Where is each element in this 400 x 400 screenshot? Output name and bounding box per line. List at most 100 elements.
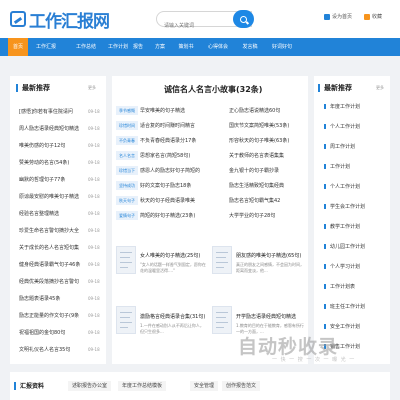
list-item[interactable]: 工作计划表 — [330, 283, 386, 290]
search-button[interactable] — [233, 10, 254, 28]
list-item[interactable]: 年度工作计划 — [330, 103, 386, 110]
article-link[interactable]: 大学学业的句子28句 — [229, 212, 305, 219]
set-homepage-link[interactable]: 设为首页 — [324, 13, 352, 20]
article-link[interactable]: 早安唯美的句子精选 — [140, 107, 208, 114]
logo-text: 工作汇报网 — [29, 11, 110, 32]
article-link[interactable]: 正心励志语说精选60句 — [229, 107, 305, 114]
topic-tag[interactable]: 秋天句子 — [116, 196, 138, 205]
article-link[interactable]: 关于教师的名言表语集集 — [229, 152, 305, 159]
article-link[interactable]: 适合复的时间赚时间精言 — [140, 122, 208, 129]
right-recommend-panel: 最新推荐 更多 年度工作计划 个人工作计划 周工作计划 工作计划 个人工作计划 … — [314, 76, 390, 364]
list-item[interactable]: 经典优美段落摘抄名言警句 — [19, 278, 87, 285]
list-item-date: 09-18 — [88, 330, 100, 335]
center-headline[interactable]: 诚信名人名言小故事(32条) — [164, 84, 262, 95]
list-item[interactable]: 原谅最安慰的唯美句子精选 — [19, 193, 87, 200]
left-recommend-panel: 最新推荐 更多 [感悟]你若有事住院请问 09-18 周人励志语录经典短句精选 … — [10, 76, 106, 364]
topic-tag[interactable]: 名人名言 — [116, 151, 138, 160]
list-item[interactable]: 经验名言整理精选 — [19, 210, 87, 217]
list-item[interactable]: 赞美劳动的名言(54条) — [19, 159, 87, 166]
list-item[interactable]: 销售工作计划 — [330, 343, 386, 350]
nav-item-work-summary[interactable]: 工作总结 — [72, 38, 100, 56]
list-item-date: 09-18 — [88, 279, 100, 284]
nav-item-experience[interactable]: 心得体会 — [204, 38, 232, 56]
list-item[interactable]: 励志题表语录45条 — [19, 295, 87, 302]
nav-item-speech[interactable]: 发言稿 — [238, 38, 262, 56]
article-thumbnail[interactable] — [116, 246, 136, 274]
right-more-link[interactable]: 更多 — [376, 85, 384, 91]
topic-tag[interactable]: 爱情句子 — [116, 211, 138, 220]
list-item[interactable]: 工作计划 — [330, 163, 386, 170]
article-link[interactable]: 励志名言短句霸气集42 — [229, 197, 305, 204]
list-item[interactable]: 学生会工作计划 — [330, 203, 386, 210]
topic-tag[interactable]: 季节感慨 — [116, 106, 138, 115]
card-description: "女人的话题一样香气到固定，愿你在花的温暖里活得...." — [140, 262, 206, 273]
topic-tag[interactable]: 不负青春 — [116, 136, 138, 145]
footer-title: 汇报资料 — [20, 383, 45, 390]
list-item[interactable]: 唯美伤感的句子12句 — [19, 142, 87, 149]
list-item[interactable]: [感悟]你若有事住院请问 — [19, 108, 87, 115]
footer-tab[interactable]: 述职报告办公室 — [68, 381, 112, 391]
article-thumbnail[interactable] — [212, 246, 232, 274]
article-link[interactable]: 励志生活精致短句集经典 — [229, 182, 305, 189]
list-item-date: 09-18 — [88, 228, 100, 233]
nav-item-work-plan[interactable]: 工作计划 — [104, 38, 132, 56]
list-item-date: 09-18 — [88, 262, 100, 267]
main-nav: 首页 工作汇报 工作总结 工作计划 报告 方案 策划书 心得体会 发言稿 好词好… — [0, 38, 400, 56]
card-title[interactable]: 女人唯美的句子精选(25句) — [140, 252, 200, 259]
list-item[interactable]: 个人学习计划 — [330, 263, 386, 270]
list-item-date: 09-18 — [88, 245, 100, 250]
topic-tag[interactable]: 珍惜时间 — [116, 121, 138, 130]
list-item[interactable]: 幽默的哲理句子77条 — [19, 176, 87, 183]
article-link[interactable]: 简短的好句子精选(23条) — [140, 212, 208, 219]
list-item[interactable]: 周人励志语录经典短句精选 — [19, 125, 87, 132]
footer-tab[interactable]: 创作报告范文 — [222, 381, 261, 391]
nav-item-work-report[interactable]: 工作汇报 — [32, 38, 60, 56]
list-item-date: 09-18 — [88, 126, 100, 131]
nav-item-report[interactable]: 报告 — [130, 38, 146, 56]
article-link[interactable]: 国庆节文案简短唯美(53条) — [229, 122, 305, 129]
topic-tag[interactable]: 坚持成功 — [116, 181, 138, 190]
list-item[interactable]: 健身经典语录霸气句子46条 — [19, 261, 87, 268]
article-link[interactable]: 思想家名言(简短58句) — [140, 152, 208, 159]
favorite-label: 收藏 — [372, 14, 383, 20]
card-title[interactable]: 朋友感的唯美句子精选(65句) — [236, 252, 301, 259]
list-item[interactable]: 安全工作计划 — [330, 323, 386, 330]
nav-item-good-words[interactable]: 好词好句 — [268, 38, 296, 56]
list-item[interactable]: 个人工作计划 — [330, 183, 386, 190]
watermark-logo: 自动秒收录 — [238, 332, 338, 359]
list-item[interactable]: 励志正能量的作文句子(9条 — [19, 312, 87, 319]
article-link[interactable]: 形容秋天的句子唯美(63条) — [229, 137, 305, 144]
favorite-link[interactable]: 收藏 — [364, 13, 382, 20]
search-icon — [240, 15, 247, 23]
list-item[interactable]: 个人工作计划 — [330, 123, 386, 130]
list-item[interactable]: 文明礼仪名人名言35句 — [19, 346, 87, 353]
footer-tab[interactable]: 年度工作总结模板 — [118, 381, 167, 391]
topic-tag[interactable]: 珍惜当下 — [116, 166, 138, 175]
site-logo[interactable]: 工作汇报网 — [10, 7, 110, 32]
nav-item-plan[interactable]: 方案 — [152, 38, 168, 56]
article-thumbnail[interactable] — [116, 306, 136, 334]
article-thumbnail[interactable] — [212, 306, 232, 334]
left-more-link[interactable]: 更多 — [88, 85, 96, 91]
article-link[interactable]: 感恩人的励志好句子简短的 — [140, 167, 208, 174]
star-icon — [364, 13, 370, 20]
nav-item-home[interactable]: 首页 — [8, 38, 28, 56]
home-icon — [324, 13, 330, 20]
list-item[interactable]: 幼儿园工作计划 — [330, 243, 386, 250]
list-item[interactable]: 班主任工作计划 — [330, 303, 386, 310]
article-link[interactable]: 秋天的句子经典语录唯美 — [140, 197, 208, 204]
section-marker — [14, 382, 16, 390]
article-link[interactable]: 好的文案句子励志18条 — [140, 182, 208, 189]
list-item[interactable]: 珍爱生命名言警句摘抄大全 — [19, 227, 87, 234]
list-item[interactable]: 祝福祖国的金句80句 — [19, 329, 87, 336]
card-description: 1.一件在感动别人从不再后让你人，但只生很多... — [140, 323, 204, 334]
list-item[interactable]: 教学工作计划 — [330, 223, 386, 230]
article-link[interactable]: 金九银十的句子霸抄录 — [229, 167, 305, 174]
card-title[interactable]: 激励格言经典语录合集(31句) — [140, 313, 205, 320]
footer-tab[interactable]: 安全管理 — [190, 381, 219, 391]
article-link[interactable]: 不负青春经典语录分17条 — [140, 137, 208, 144]
card-title[interactable]: 开学励志语录经典短句精选 — [236, 313, 296, 320]
list-item[interactable]: 周工作计划 — [330, 143, 386, 150]
nav-item-proposal[interactable]: 策划书 — [174, 38, 198, 56]
list-item[interactable]: 关于成长的名人名言短句集 — [19, 244, 87, 251]
